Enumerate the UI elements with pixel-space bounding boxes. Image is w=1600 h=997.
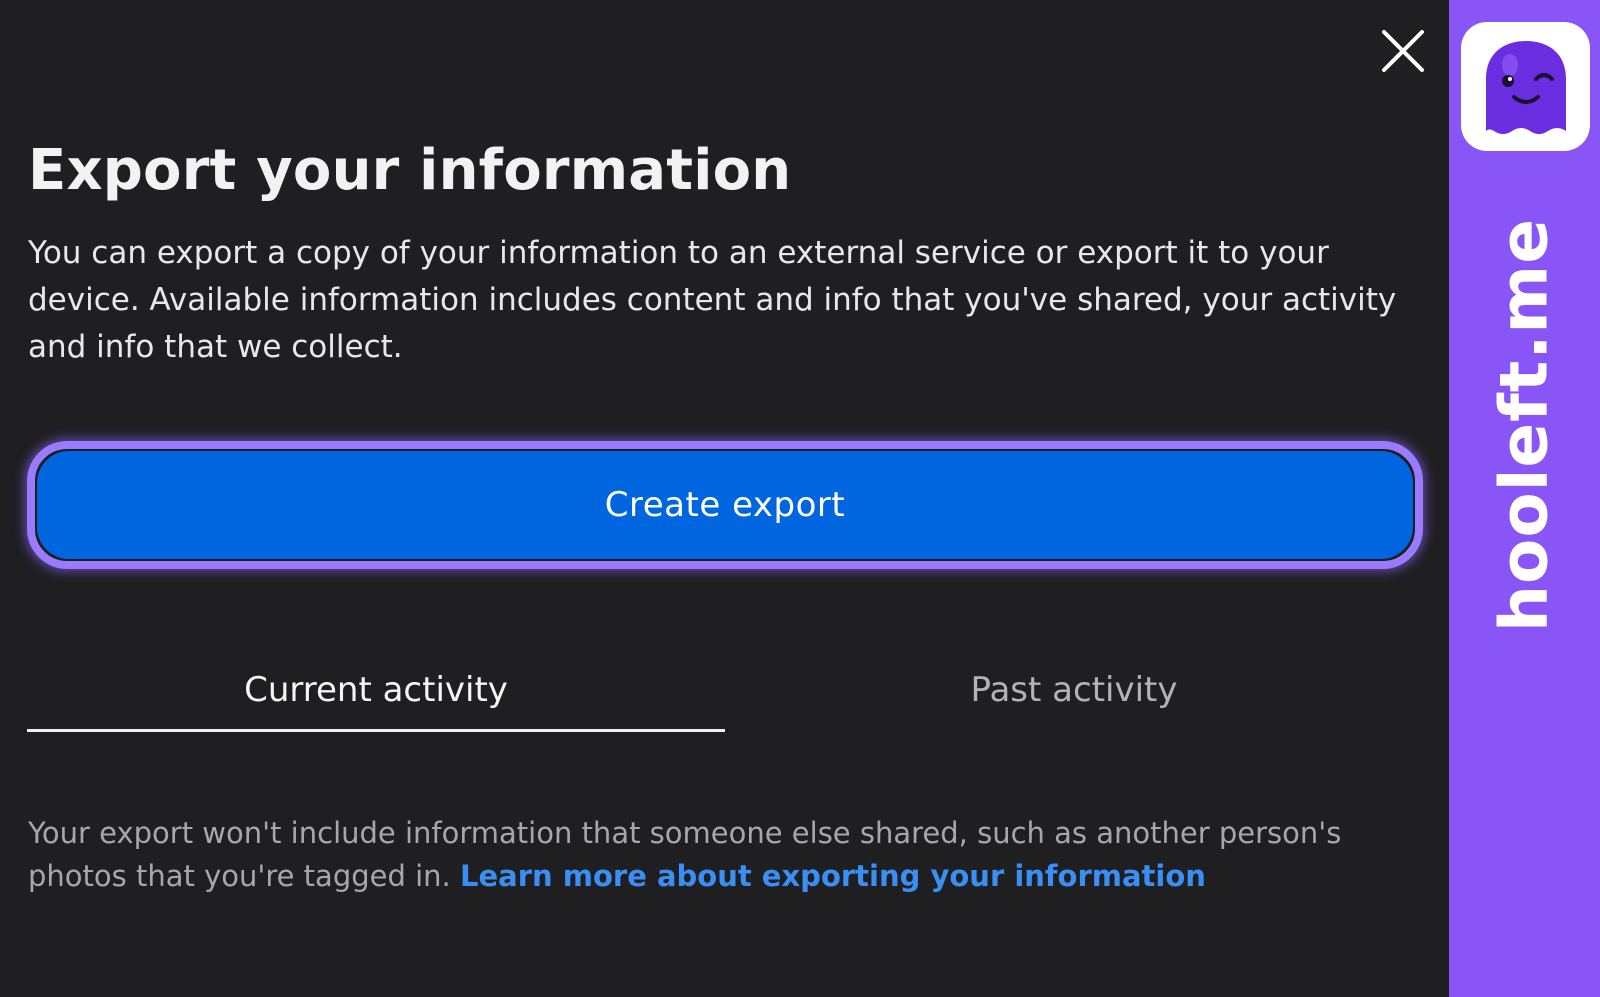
tab-current-activity[interactable]: Current activity (27, 660, 725, 732)
page-description: You can export a copy of your informatio… (28, 235, 1397, 365)
create-export-focus-ring: Create export (27, 441, 1423, 569)
screen: Export your information You can export a… (0, 0, 1600, 997)
learn-more-link[interactable]: Learn more about exporting your informat… (460, 859, 1206, 893)
export-dialog: Export your information You can export a… (0, 0, 1449, 997)
ghost-logo-icon (1485, 40, 1566, 134)
create-export-button[interactable]: Create export (37, 451, 1413, 559)
watermark-logo (1461, 22, 1590, 151)
page-title: Export your information (28, 138, 792, 203)
tab-past-activity[interactable]: Past activity (725, 660, 1423, 732)
tab-past-activity-label: Past activity (970, 670, 1178, 710)
close-button[interactable] (1378, 26, 1428, 76)
watermark-bar: hooleft.me (1449, 0, 1600, 997)
close-icon (1382, 30, 1424, 72)
export-footnote: Your export won't include information th… (28, 812, 1423, 898)
tab-current-activity-label: Current activity (244, 670, 508, 710)
watermark-text: hooleft.me (1485, 218, 1563, 632)
activity-tabs: Current activity Past activity (27, 660, 1423, 732)
